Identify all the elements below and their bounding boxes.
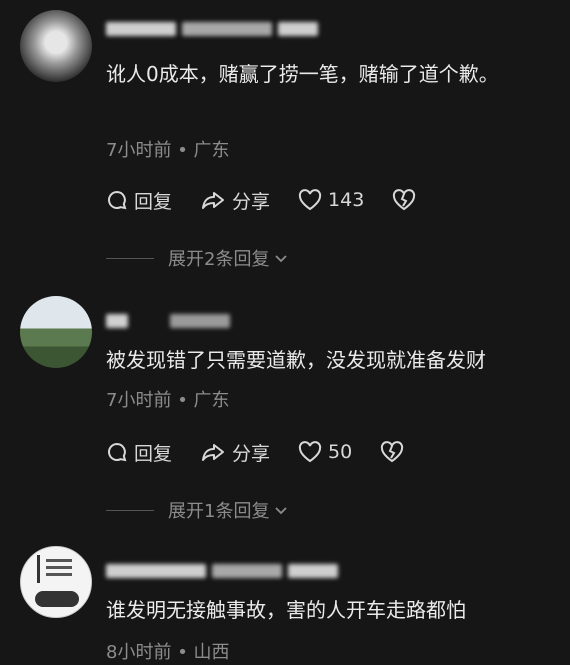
broken-heart-icon — [381, 441, 404, 463]
avatar-seal — [37, 555, 78, 583]
like-button[interactable]: 50 — [298, 441, 352, 463]
comment-text: 被发现错了只需要道歉，没发现就准备发财 — [106, 348, 486, 372]
share-button[interactable]: 分享 — [200, 439, 270, 466]
like-count: 143 — [328, 189, 365, 211]
reply-label: 回复 — [134, 442, 173, 465]
avatar[interactable] — [20, 10, 92, 82]
like-count: 50 — [328, 441, 353, 463]
comment-region: 广东 — [193, 390, 230, 411]
comment-actions: 回复 分享 50 — [106, 438, 438, 466]
chevron-down-icon — [275, 507, 288, 515]
broken-heart-icon — [393, 189, 416, 211]
comment-text: 讹人0成本，赌赢了捞一笔，赌输了道个歉。 — [106, 62, 499, 86]
avatar-figure — [35, 591, 79, 607]
divider — [106, 257, 154, 259]
comment-text: 谁发明无接触事故，害的人开车走路都怕 — [106, 598, 466, 622]
heart-icon — [298, 189, 322, 211]
separator: • — [177, 642, 188, 663]
comment-region: 山西 — [193, 642, 230, 663]
comment-icon — [108, 442, 127, 462]
share-label: 分享 — [232, 442, 271, 465]
comment-icon — [108, 190, 127, 210]
separator: • — [177, 140, 188, 161]
share-button[interactable]: 分享 — [200, 187, 270, 214]
comment-time: 7小时前 — [106, 140, 172, 161]
expand-replies[interactable]: 展开1条回复 — [106, 498, 289, 522]
expand-replies[interactable]: 展开2条回复 — [106, 246, 289, 270]
heart-icon — [298, 441, 322, 463]
username-blurred[interactable] — [106, 18, 318, 40]
share-icon — [202, 444, 225, 461]
divider — [106, 509, 154, 511]
avatar[interactable] — [20, 296, 92, 368]
share-icon — [202, 192, 225, 209]
chevron-down-icon — [275, 255, 288, 263]
comment-meta: 7小时前 • 广东 — [106, 136, 230, 162]
comment-region: 广东 — [193, 140, 230, 161]
dislike-button[interactable] — [380, 441, 410, 463]
reply-label: 回复 — [134, 190, 173, 213]
avatar[interactable] — [20, 546, 92, 618]
comment-time: 8小时前 — [106, 642, 172, 663]
separator: • — [177, 390, 188, 411]
like-button[interactable]: 143 — [298, 189, 364, 211]
username-blurred[interactable] — [106, 310, 230, 332]
comment-actions: 回复 分享 143 — [106, 186, 450, 214]
username-blurred[interactable] — [106, 560, 338, 582]
comment-meta: 8小时前 • 山西 — [106, 638, 230, 664]
share-label: 分享 — [232, 190, 271, 213]
expand-replies-label: 展开2条回复 — [168, 249, 270, 270]
expand-replies-label: 展开1条回复 — [168, 501, 270, 522]
comment-meta: 7小时前 • 广东 — [106, 386, 230, 412]
comment-time: 7小时前 — [106, 390, 172, 411]
reply-button[interactable]: 回复 — [106, 187, 172, 214]
reply-button[interactable]: 回复 — [106, 439, 172, 466]
dislike-button[interactable] — [392, 189, 422, 211]
